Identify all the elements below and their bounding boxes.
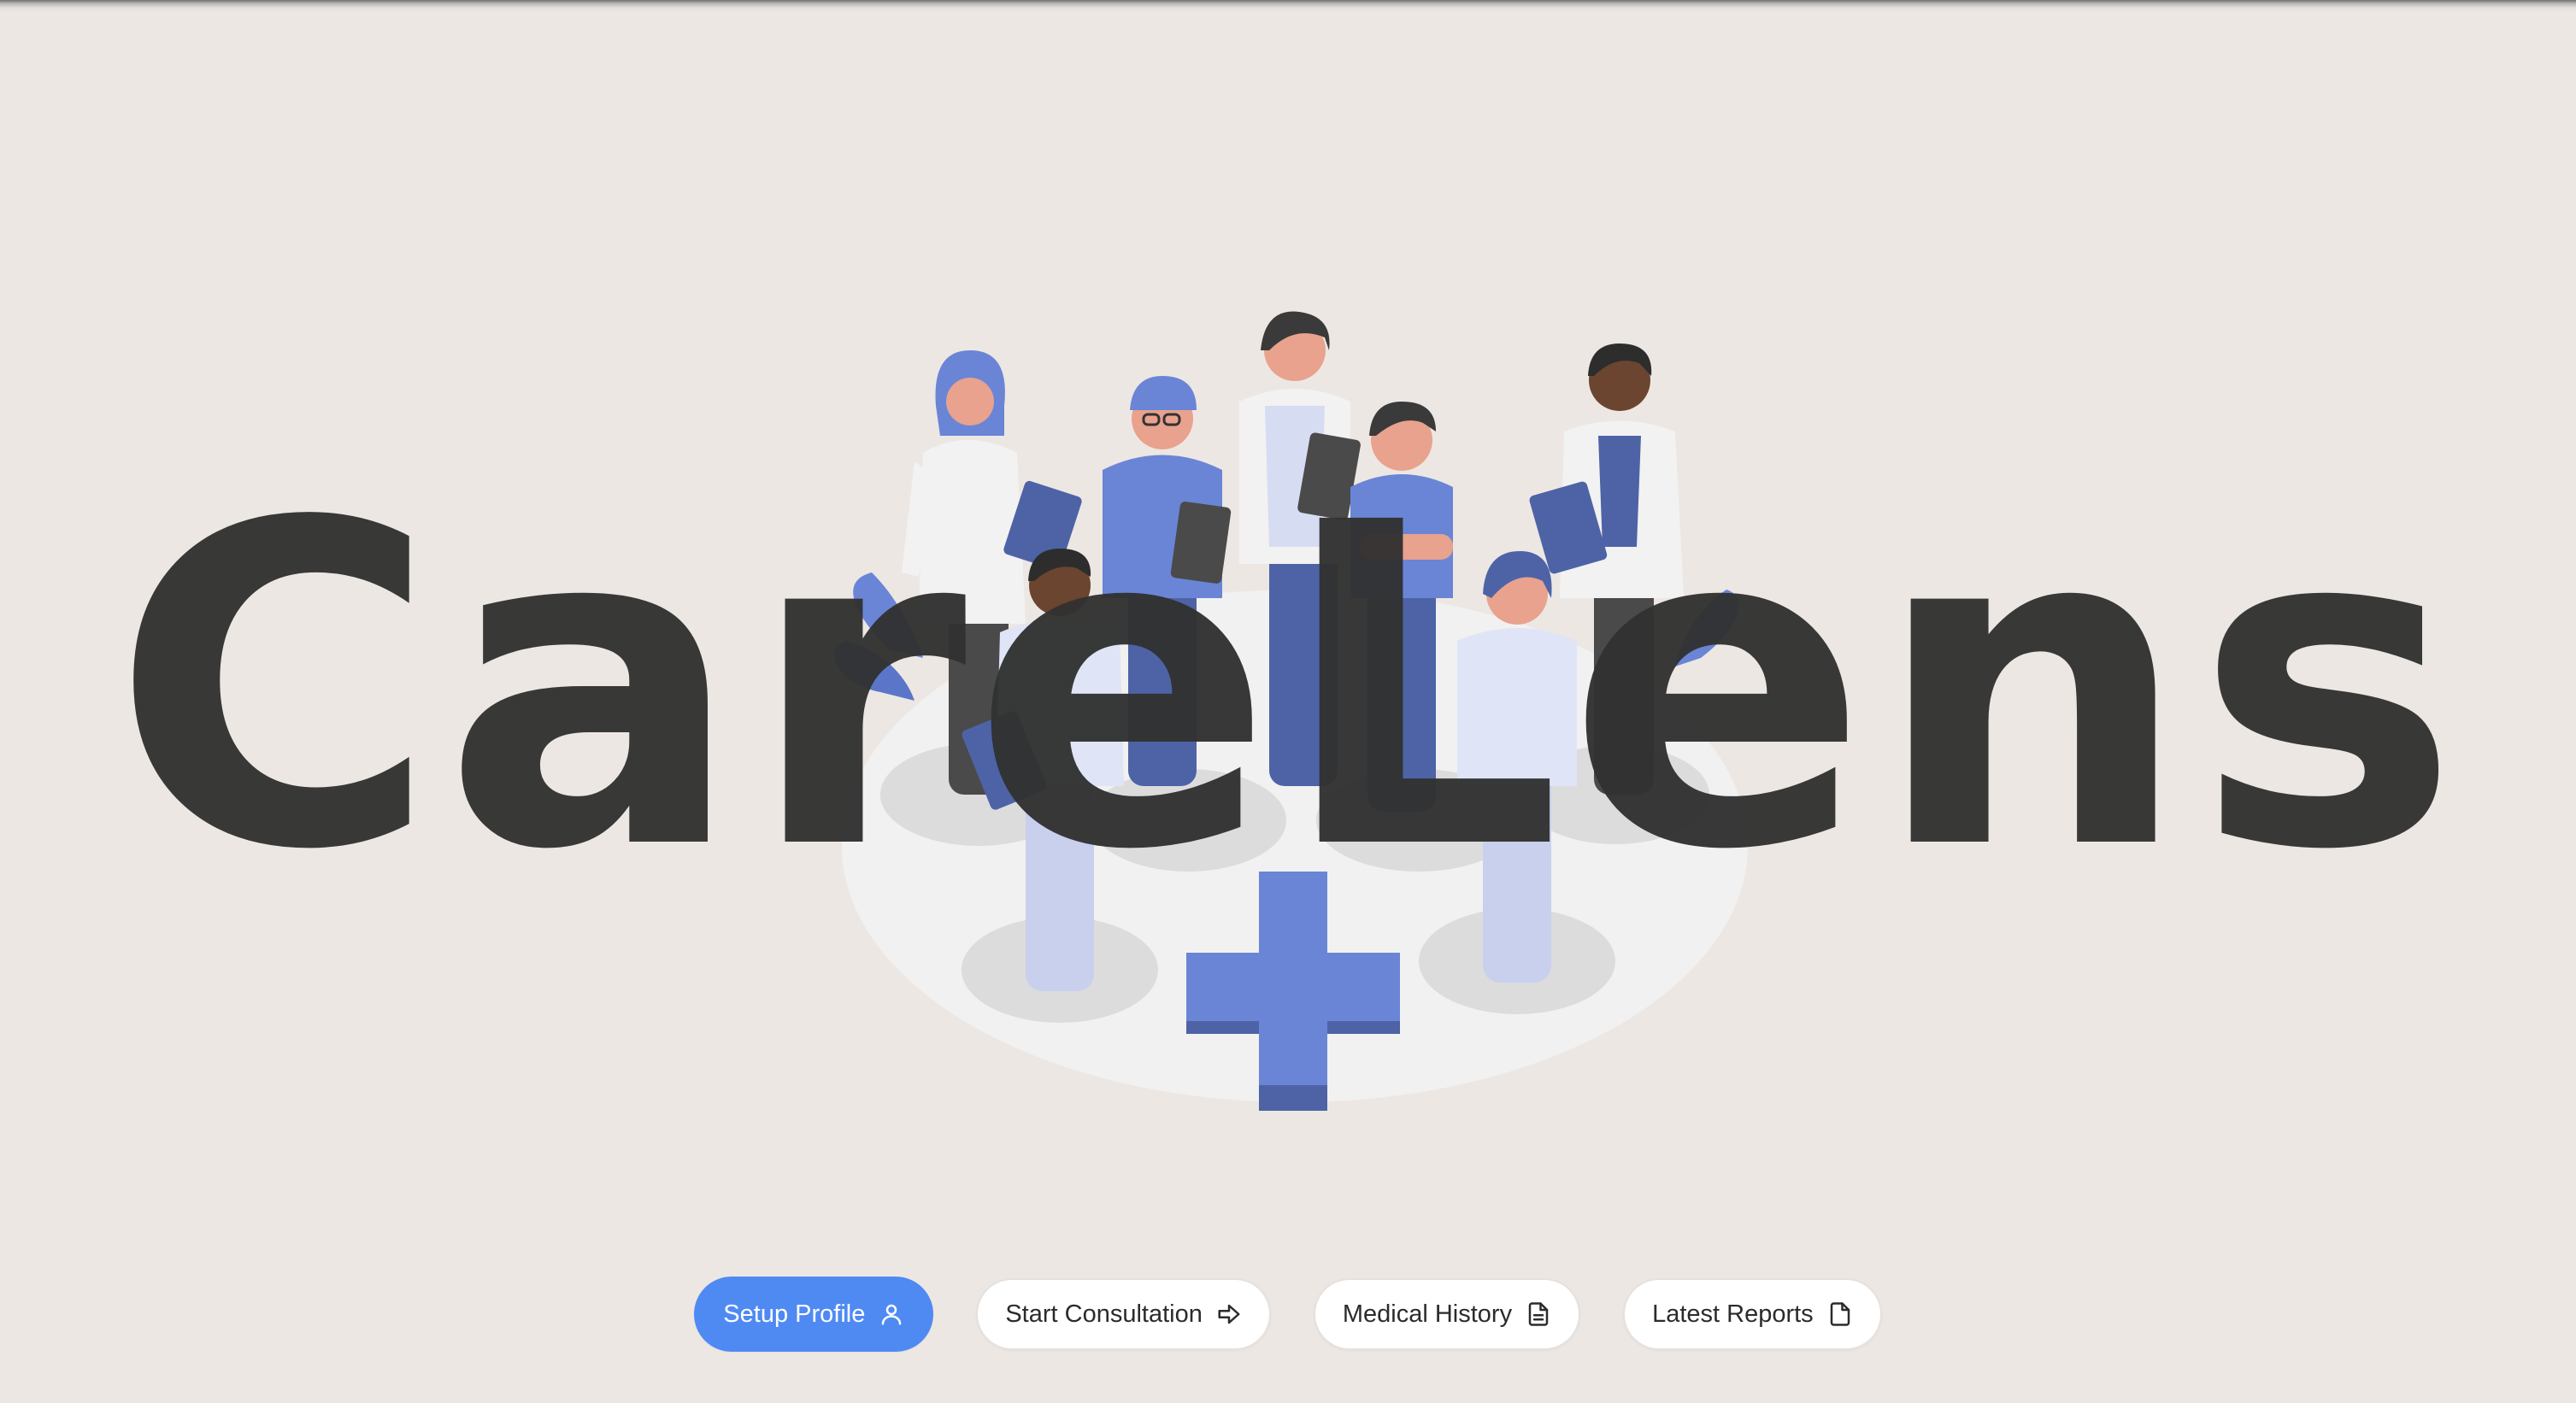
medical-history-button[interactable]: Medical History	[1313, 1278, 1581, 1350]
setup-profile-label: Setup Profile	[723, 1300, 866, 1328]
setup-profile-button[interactable]: Setup Profile	[694, 1277, 934, 1352]
action-bar: Setup Profile Start Consultation Medical…	[0, 1276, 2576, 1353]
file-icon	[1827, 1301, 1853, 1327]
arrow-right-icon	[1216, 1301, 1242, 1327]
start-consultation-button[interactable]: Start Consultation	[976, 1278, 1271, 1350]
latest-reports-label: Latest Reports	[1652, 1300, 1814, 1328]
user-icon	[879, 1301, 904, 1327]
file-text-icon	[1526, 1301, 1551, 1327]
top-edge-shadow	[0, 0, 2576, 12]
medical-history-label: Medical History	[1342, 1300, 1513, 1328]
landing-page: CareLens Setup Profile Start Consultatio…	[0, 0, 2576, 1403]
latest-reports-button[interactable]: Latest Reports	[1623, 1278, 1882, 1350]
start-consultation-label: Start Consultation	[1005, 1300, 1203, 1328]
medical-team-illustration	[833, 311, 1748, 1111]
